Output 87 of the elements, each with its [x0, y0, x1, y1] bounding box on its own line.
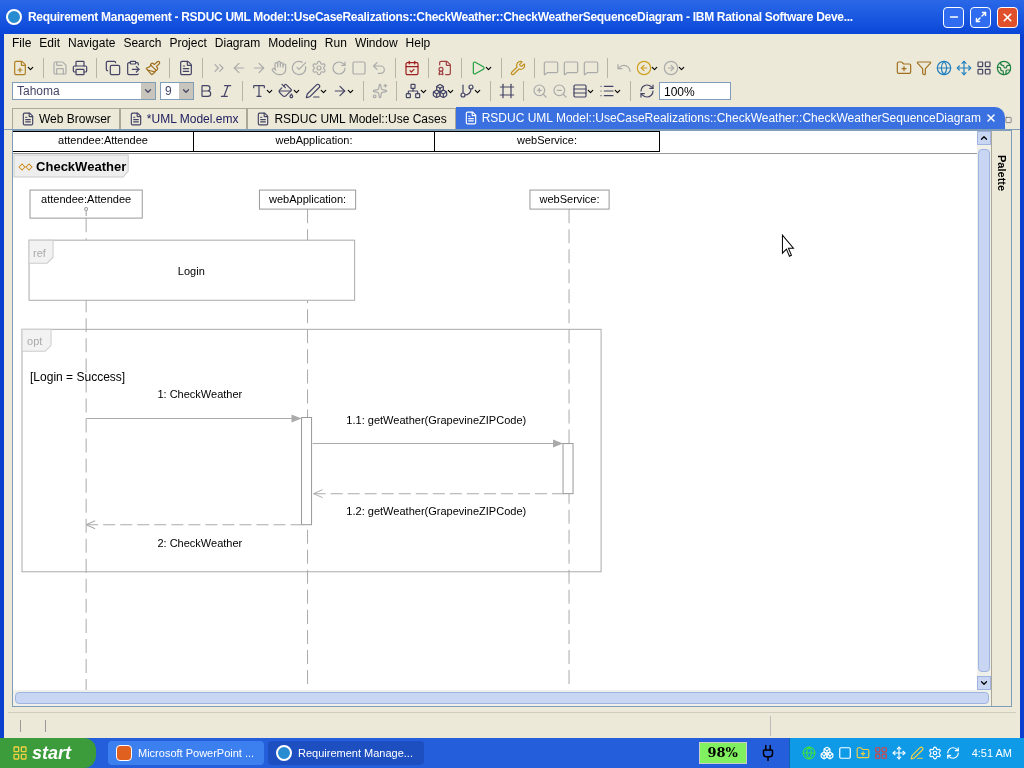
editor-tab[interactable]: *UML Model.emx: [119, 108, 248, 129]
swirl-icon: [6, 9, 22, 25]
print-icon[interactable]: [72, 60, 88, 76]
taskbar-button[interactable]: Requirement Manage...: [268, 741, 424, 765]
message-label: 1: CheckWeather: [157, 388, 243, 401]
menu-item[interactable]: Modeling: [264, 34, 321, 52]
line-color-icon[interactable]: [305, 83, 321, 99]
wrench-icon[interactable]: [510, 60, 526, 76]
taskbar-button[interactable]: Microsoft PowerPoint ...: [108, 741, 264, 765]
close-button[interactable]: [997, 6, 1018, 28]
vertical-scrollbar[interactable]: [977, 131, 991, 690]
refresh-icon[interactable]: [639, 83, 655, 99]
line-style-icon[interactable]: [332, 83, 348, 99]
size-select[interactable]: 9: [160, 82, 194, 100]
document-icon: [128, 112, 143, 126]
earth-icon[interactable]: [996, 60, 1012, 76]
zoom-field[interactable]: 100%: [659, 82, 731, 100]
globe-icon[interactable]: [936, 60, 952, 76]
clock: 4:51 AM: [971, 745, 1012, 761]
message-label: 1.2: getWeather(GrapevineZIPCode): [346, 504, 527, 517]
editor-tab[interactable]: Web Browser: [12, 108, 120, 129]
info-icon[interactable]: [837, 746, 852, 760]
lifeline-header: webService:: [434, 131, 660, 152]
layout-icon[interactable]: [976, 60, 992, 76]
maximize-icon: [974, 11, 987, 23]
move-icon[interactable]: [891, 746, 906, 760]
move-icon[interactable]: [956, 60, 972, 76]
list-icon[interactable]: [599, 83, 615, 99]
report-icon[interactable]: [437, 60, 453, 76]
check-icon[interactable]: [291, 60, 307, 76]
copy-icon[interactable]: [105, 60, 121, 76]
boxes-icon[interactable]: [432, 83, 448, 99]
menu-item[interactable]: Help: [401, 34, 435, 52]
document-icon: [463, 111, 478, 125]
italic-icon[interactable]: [218, 83, 234, 99]
lifeline-name: webService:: [539, 193, 600, 206]
folder-icon[interactable]: [896, 60, 912, 76]
document-icon[interactable]: [178, 60, 194, 76]
close-icon: [1001, 10, 1014, 24]
restore-icon[interactable]: [1005, 115, 1012, 125]
swirl-icon: [276, 745, 292, 761]
menu-item[interactable]: Window: [350, 34, 402, 52]
diamond-icon: [18, 163, 33, 171]
battery-level: 98%: [698, 742, 747, 764]
mouse-cursor-icon: [781, 234, 794, 257]
fill-color-icon[interactable]: [278, 83, 294, 99]
windows-logo-icon: [12, 745, 28, 761]
document-icon: [21, 112, 35, 126]
activation-bar: [562, 443, 574, 495]
menu-item[interactable]: Diagram: [210, 34, 265, 52]
lifeline-name: webApplication:: [268, 193, 347, 206]
lifeline-header: attendee:Attendee: [13, 131, 194, 152]
slides-icon: [116, 745, 132, 761]
menu-item[interactable]: Project: [165, 34, 211, 52]
menu-item[interactable]: Edit: [35, 34, 65, 52]
filter-icon[interactable]: [916, 60, 932, 76]
checklist-icon[interactable]: [404, 60, 420, 76]
horizontal-scrollbar[interactable]: [13, 690, 991, 706]
close-tab-icon[interactable]: [985, 112, 997, 124]
brush-icon[interactable]: [145, 60, 161, 76]
font-color-icon[interactable]: [251, 83, 267, 99]
document-icon: [256, 112, 271, 126]
message-label: 1.1: getWeather(GrapevineZIPCode): [346, 414, 527, 427]
menu-item[interactable]: File: [8, 34, 36, 52]
bold-icon[interactable]: [198, 83, 214, 99]
lifeline-header: webApplication:: [193, 131, 435, 152]
editor-tab[interactable]: RSDUC UML Model::UseCaseRealizations::CheckWeather::CheckWeatherSequenceDiagram: [455, 107, 1005, 129]
fragment-tag: opt: [21, 328, 52, 352]
frame-icon[interactable]: [499, 83, 515, 99]
menu-item[interactable]: Run: [320, 34, 351, 52]
menu-item[interactable]: Search: [119, 34, 166, 52]
lifeline-name: attendee:Attendee: [41, 193, 132, 206]
rows-icon[interactable]: [572, 83, 588, 99]
guard-condition: [Login = Success]: [30, 370, 126, 385]
maximize-button[interactable]: [970, 6, 991, 28]
editor-tab[interactable]: RSDUC UML Model::Use Cases: [247, 108, 456, 129]
fragment-tag: ref: [28, 239, 54, 264]
minimize-button[interactable]: [943, 6, 964, 28]
menu-item[interactable]: Navigate: [64, 34, 120, 52]
branch-icon[interactable]: [459, 83, 475, 99]
actor-icon: [84, 207, 89, 217]
window-title: Requirement Management - RSDUC UML Model::UseCaseRealizations::CheckWeather::CheckWeatherSequenceDiagram - IBM Rational Software Deve...: [28, 9, 853, 26]
paste-icon[interactable]: [125, 60, 141, 76]
font-select[interactable]: Tahoma: [12, 82, 156, 100]
message-label: 2: CheckWeather: [157, 536, 243, 549]
network-icon[interactable]: [405, 83, 421, 99]
ref-label: Login: [177, 265, 205, 278]
